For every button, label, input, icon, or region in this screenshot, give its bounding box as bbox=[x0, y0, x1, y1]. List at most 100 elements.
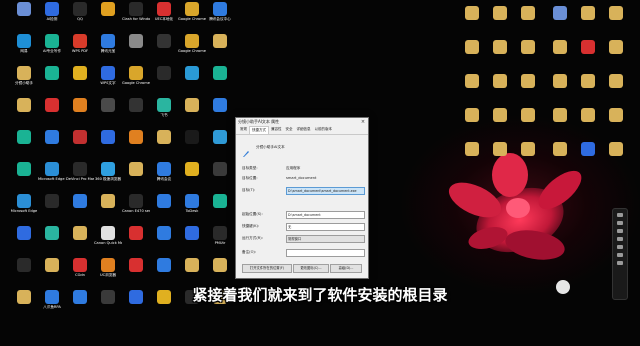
desktop-icon[interactable] bbox=[38, 130, 66, 145]
desktop-icon[interactable] bbox=[574, 108, 602, 123]
desktop-icon[interactable] bbox=[546, 108, 574, 123]
desktop-icon[interactable] bbox=[66, 130, 94, 145]
desktop-icon[interactable]: Google Chrome bbox=[178, 34, 206, 53]
desktop-icon[interactable] bbox=[602, 108, 630, 123]
toolbar-item-icon[interactable] bbox=[617, 245, 623, 249]
desktop-icon[interactable] bbox=[574, 40, 602, 55]
desktop-icon[interactable]: Canon E470 series bbox=[122, 194, 150, 213]
desktop-icon[interactable] bbox=[94, 130, 122, 145]
desktop-icon[interactable] bbox=[514, 74, 542, 89]
toolbar-item-icon[interactable] bbox=[617, 229, 623, 233]
text-field[interactable]: D:\smart_document bbox=[286, 211, 365, 219]
desktop-icon[interactable]: QQ bbox=[66, 2, 94, 21]
desktop-icon[interactable]: AI专业写作 bbox=[38, 34, 66, 53]
desktop-icon[interactable] bbox=[458, 142, 486, 157]
desktop-icon[interactable]: AI检测 bbox=[38, 2, 66, 21]
desktop-icon[interactable] bbox=[178, 226, 206, 241]
desktop-icon[interactable]: WPS文字 bbox=[94, 66, 122, 85]
desktop-icon[interactable]: UEC本地化 bbox=[150, 2, 178, 21]
toolbar-item-icon[interactable] bbox=[617, 221, 623, 225]
desktop-icon[interactable] bbox=[178, 98, 206, 113]
desktop-icon[interactable]: Clash for Windows bbox=[122, 2, 150, 21]
dialog-tab[interactable]: 兼容性 bbox=[269, 126, 284, 134]
toolbar-item-icon[interactable] bbox=[617, 237, 623, 241]
desktop-icon[interactable] bbox=[66, 194, 94, 209]
desktop-icon[interactable] bbox=[486, 74, 514, 89]
desktop-icon[interactable] bbox=[486, 6, 514, 21]
desktop-icon[interactable] bbox=[178, 130, 206, 145]
desktop-icon[interactable] bbox=[122, 130, 150, 145]
desktop-icon[interactable] bbox=[94, 98, 122, 113]
desktop-icon[interactable] bbox=[122, 98, 150, 113]
desktop-icon[interactable] bbox=[10, 162, 38, 177]
desktop-icon[interactable] bbox=[602, 74, 630, 89]
desktop-icon[interactable] bbox=[38, 194, 66, 209]
desktop-icon[interactable] bbox=[66, 66, 94, 81]
desktop-icon[interactable] bbox=[206, 66, 234, 81]
desktop-icon[interactable] bbox=[486, 142, 514, 157]
desktop-icon[interactable] bbox=[10, 2, 38, 17]
desktop-icon[interactable]: 网易 bbox=[10, 34, 38, 53]
dialog-tab[interactable]: 详细信息 bbox=[295, 126, 313, 134]
desktop-icon[interactable] bbox=[122, 258, 150, 273]
desktop-icon[interactable] bbox=[602, 142, 630, 157]
desktop-icon[interactable] bbox=[94, 2, 122, 17]
desktop-icon[interactable]: 飞书 bbox=[150, 98, 178, 117]
open-file-location-button[interactable]: 打开文件所在的位置(F) bbox=[242, 264, 292, 273]
toolbar-item-icon[interactable] bbox=[617, 253, 623, 257]
desktop-icon[interactable] bbox=[602, 40, 630, 55]
desktop-icon[interactable]: CGdn bbox=[66, 258, 94, 277]
desktop-icon[interactable]: Microsoft Edge bbox=[10, 194, 38, 213]
text-field[interactable]: D:\smart_document\smart_document.exe bbox=[286, 187, 365, 195]
desktop-icon[interactable] bbox=[514, 142, 542, 157]
desktop-icon[interactable] bbox=[514, 108, 542, 123]
desktop-icon[interactable] bbox=[486, 108, 514, 123]
desktop-icon[interactable]: 360 极速浏览器 bbox=[94, 162, 122, 181]
desktop-icon[interactable] bbox=[206, 258, 234, 273]
desktop-icon[interactable]: Microsoft Edge Dev bbox=[38, 162, 66, 181]
desktop-icon[interactable] bbox=[150, 130, 178, 145]
desktop-icon[interactable] bbox=[178, 66, 206, 81]
close-icon[interactable]: × bbox=[358, 119, 368, 125]
text-field[interactable] bbox=[286, 249, 365, 257]
desktop-icon[interactable]: Google Chrome bbox=[122, 66, 150, 85]
toolbar-item-icon[interactable] bbox=[617, 213, 623, 217]
desktop-icon[interactable] bbox=[458, 108, 486, 123]
desktop-icon[interactable] bbox=[546, 142, 574, 157]
desktop-icon[interactable]: PMUtr bbox=[206, 226, 234, 245]
dialog-tab[interactable]: 以前的版本 bbox=[313, 126, 335, 134]
desktop-icon[interactable]: Canon Quick Menu bbox=[94, 226, 122, 245]
desktop-icon[interactable] bbox=[10, 130, 38, 145]
text-field[interactable]: 无 bbox=[286, 223, 365, 231]
dialog-tab[interactable]: 安全 bbox=[284, 126, 295, 134]
desktop-icon[interactable] bbox=[206, 194, 234, 209]
desktop-icon[interactable] bbox=[10, 98, 38, 113]
advanced-button[interactable]: 高级(D)... bbox=[330, 264, 362, 273]
desktop-icon[interactable] bbox=[122, 34, 150, 49]
desktop-icon[interactable] bbox=[122, 162, 150, 177]
desktop-icon[interactable]: WPS PDF bbox=[66, 34, 94, 53]
change-icon-button[interactable]: 更改图标(C)... bbox=[293, 264, 329, 273]
desktop-icon[interactable] bbox=[178, 258, 206, 273]
desktop-icon[interactable] bbox=[574, 74, 602, 89]
desktop-icon[interactable] bbox=[206, 98, 234, 113]
desktop-icon[interactable] bbox=[38, 98, 66, 113]
desktop-icon[interactable] bbox=[38, 258, 66, 273]
desktop-icon[interactable] bbox=[38, 226, 66, 241]
desktop-icon[interactable] bbox=[514, 6, 542, 21]
dialog-tab[interactable]: 常规 bbox=[238, 126, 249, 134]
desktop-icon[interactable]: 腾讯会议 bbox=[150, 162, 178, 181]
desktop-icon[interactable] bbox=[94, 194, 122, 209]
desktop-icon[interactable] bbox=[66, 226, 94, 241]
desktop-icon[interactable] bbox=[602, 6, 630, 21]
desktop-icon[interactable] bbox=[458, 40, 486, 55]
desktop-icon[interactable]: 腾讯会议中心 bbox=[206, 2, 234, 21]
desktop-icon[interactable] bbox=[546, 40, 574, 55]
desktop-icon[interactable] bbox=[574, 142, 602, 157]
desktop-icon[interactable]: DeVinci Pro Master bbox=[66, 162, 94, 181]
desktop-icon[interactable] bbox=[546, 6, 574, 21]
desktop-icon[interactable] bbox=[10, 226, 38, 241]
run-mode-select[interactable]: 常规窗口 bbox=[286, 235, 365, 243]
desktop-icon[interactable] bbox=[206, 130, 234, 145]
desktop-icon[interactable] bbox=[486, 40, 514, 55]
